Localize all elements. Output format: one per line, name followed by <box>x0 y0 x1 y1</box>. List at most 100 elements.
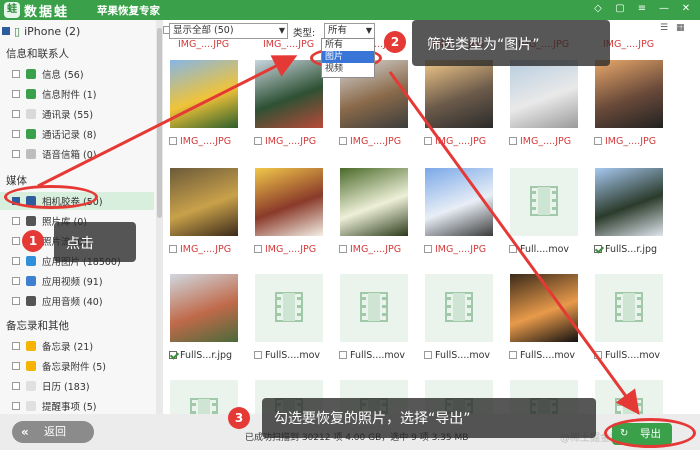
tile-checkbox[interactable] <box>424 137 432 145</box>
show-filter-select[interactable]: 显示全部 (50) ▼ <box>169 23 288 39</box>
sidebar-item-checkbox[interactable] <box>12 217 20 225</box>
sidebar-item-checkbox[interactable] <box>12 130 20 138</box>
sidebar-item[interactable]: 通话记录 (8) <box>12 125 96 143</box>
tile-caption: FullS....mov <box>520 349 576 361</box>
device-row[interactable]: ▯ iPhone (2) <box>2 23 80 39</box>
back-label: 返回 <box>44 425 66 438</box>
sidebar-item[interactable]: 备忘录附件 (5) <box>12 357 106 375</box>
tile-caption: FullS....mov <box>350 349 406 361</box>
photo-thumbnail[interactable] <box>340 168 408 236</box>
tile-checkbox[interactable] <box>254 351 262 359</box>
video-thumbnail[interactable] <box>595 274 663 342</box>
sidebar-item[interactable]: 备忘录 (21) <box>12 337 93 355</box>
tile-checkbox[interactable] <box>169 245 177 253</box>
tile-checkbox[interactable] <box>339 137 347 145</box>
sidebar-item[interactable]: 通讯录 (55) <box>12 105 93 123</box>
tile-checkbox[interactable] <box>594 351 602 359</box>
sidebar-item[interactable]: 语音信箱 (0) <box>12 145 96 163</box>
tile-caption-row: Full....mov <box>509 243 589 255</box>
type-option-all[interactable]: 所有 <box>322 39 374 51</box>
sidebar-item-checkbox[interactable] <box>12 70 20 78</box>
tile-checkbox[interactable] <box>254 137 262 145</box>
tile-checkbox[interactable] <box>594 137 602 145</box>
photo-thumbnail[interactable] <box>425 60 493 128</box>
video-thumbnail[interactable] <box>425 274 493 342</box>
sidebar-item-checkbox[interactable] <box>12 110 20 118</box>
sidebar-item-checkbox[interactable] <box>12 362 20 370</box>
tile-checkbox[interactable] <box>424 245 432 253</box>
photo-thumbnail[interactable] <box>425 168 493 236</box>
tile-checkbox[interactable] <box>169 351 177 359</box>
sidebar-item[interactable]: 信息 (56) <box>12 65 84 83</box>
device-label: iPhone (2) <box>24 24 81 38</box>
photo-thumbnail[interactable] <box>595 60 663 128</box>
sidebar-item-checkbox[interactable] <box>12 297 20 305</box>
sidebar-item-checkbox[interactable] <box>12 382 20 390</box>
sidebar-item[interactable]: 提醒事项 (5) <box>12 397 96 414</box>
device-checkbox[interactable] <box>2 27 10 35</box>
type-option-video[interactable]: 视频 <box>322 63 374 75</box>
gem-icon[interactable]: ◇ <box>592 2 604 16</box>
sidebar-item[interactable]: 信息附件 (1) <box>12 85 96 103</box>
video-thumbnail[interactable] <box>340 274 408 342</box>
video-thumbnail[interactable] <box>510 168 578 236</box>
menu-icon[interactable]: ≡ <box>636 2 648 16</box>
category-icon <box>26 401 36 411</box>
type-select[interactable]: 所有 ▼ <box>324 23 375 39</box>
tile-checkbox[interactable] <box>339 245 347 253</box>
tile-checkbox[interactable] <box>509 137 517 145</box>
list-view-icon[interactable]: ☰ <box>660 23 670 33</box>
tile-caption-row: FullS...r.jpg <box>169 349 249 361</box>
photo-thumbnail[interactable] <box>510 274 578 342</box>
photo-thumbnail[interactable] <box>595 168 663 236</box>
sidebar-item[interactable]: 日历 (183) <box>12 377 90 395</box>
sidebar-item-checkbox[interactable] <box>12 342 20 350</box>
sidebar-item[interactable]: 应用视频 (91) <box>12 272 103 290</box>
section-title: 备忘录和其他 <box>6 320 69 332</box>
tile-checkbox[interactable] <box>509 245 517 253</box>
photo-thumbnail[interactable] <box>170 168 238 236</box>
film-icon <box>445 292 473 322</box>
scroll-thumb[interactable] <box>157 28 162 218</box>
sidebar-item-checkbox[interactable] <box>12 90 20 98</box>
tile-caption: IMG_....JPG <box>520 135 572 147</box>
sidebar-scrollbar[interactable] <box>156 20 163 414</box>
photo-thumbnail[interactable] <box>170 60 238 128</box>
tile-checkbox[interactable] <box>254 245 262 253</box>
sidebar-item-checkbox[interactable] <box>12 237 20 245</box>
tile-caption: IMG_....JPG <box>435 243 487 255</box>
video-thumbnail[interactable] <box>255 274 323 342</box>
sidebar-item-checkbox[interactable] <box>12 150 20 158</box>
grid-view-icon[interactable]: ▦ <box>676 23 686 33</box>
type-select-value: 所有 <box>328 25 348 36</box>
close-icon[interactable]: ✕ <box>680 2 692 16</box>
show-filter-value: 显示全部 (50) <box>173 25 234 36</box>
sidebar-item-checkbox[interactable] <box>12 402 20 410</box>
sidebar-item-label: 信息附件 (1) <box>42 90 97 101</box>
tile-checkbox[interactable] <box>509 351 517 359</box>
tile-caption: IMG_....JPG <box>350 135 402 147</box>
back-button[interactable]: « 返回 <box>12 421 94 443</box>
tile-caption-row: IMG_....JPG <box>169 135 249 147</box>
callout-step3: 勾选要恢复的照片，选择“导出” <box>262 398 596 438</box>
tile-checkbox[interactable] <box>594 245 602 253</box>
category-icon <box>26 296 36 306</box>
tile-checkbox[interactable] <box>424 351 432 359</box>
chevron-down-icon: ▼ <box>365 26 372 35</box>
sidebar-item[interactable]: 应用音频 (40) <box>12 292 103 310</box>
tile-checkbox[interactable] <box>169 137 177 145</box>
photo-thumbnail[interactable] <box>255 60 323 128</box>
minimize-icon[interactable]: — <box>658 2 670 16</box>
category-icon <box>26 69 36 79</box>
photo-thumbnail[interactable] <box>170 274 238 342</box>
chat-icon[interactable]: ▢ <box>614 2 626 16</box>
photo-thumbnail[interactable] <box>255 168 323 236</box>
sidebar-item-checkbox[interactable] <box>12 277 20 285</box>
type-option-picture[interactable]: 图片 <box>322 51 374 63</box>
photo-thumbnail[interactable] <box>510 60 578 128</box>
tile-checkbox[interactable] <box>339 351 347 359</box>
type-label: 类型: <box>293 28 316 39</box>
step3-badge: 3 <box>228 407 250 429</box>
step2-text: 筛选类型为“图片” <box>427 37 540 53</box>
sidebar-item-checkbox[interactable] <box>12 257 20 265</box>
